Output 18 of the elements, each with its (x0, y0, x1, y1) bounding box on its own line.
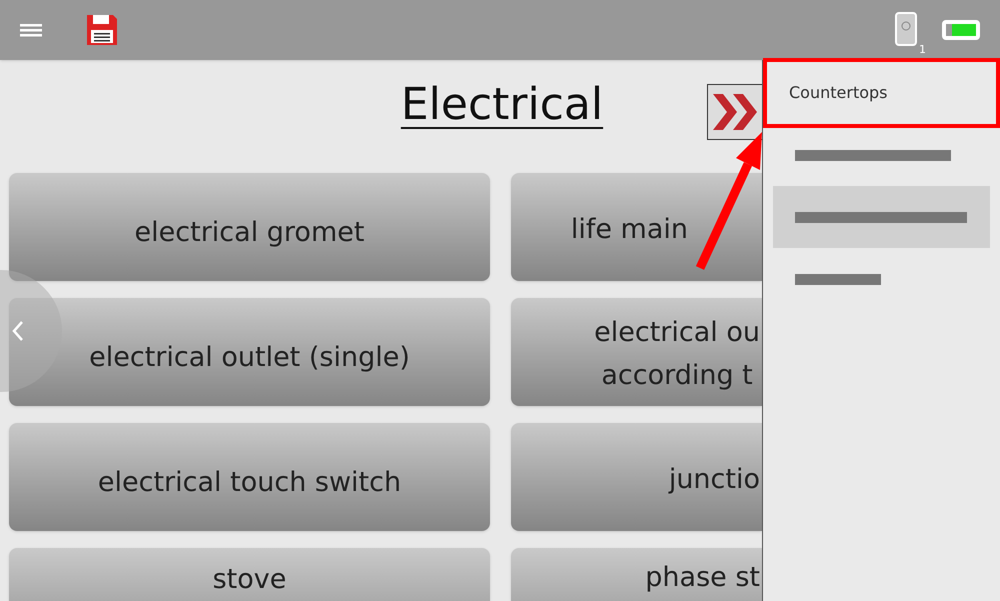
forward-button[interactable] (707, 84, 763, 140)
category-button[interactable]: phase st (511, 548, 762, 601)
category-button[interactable]: electrical ou according t (511, 298, 762, 406)
menu-icon[interactable] (20, 22, 42, 38)
chevron-left-icon (12, 320, 24, 342)
category-button[interactable]: life main (511, 173, 762, 281)
category-button[interactable]: stove (9, 548, 490, 601)
category-button[interactable]: junctio (511, 423, 762, 531)
save-icon[interactable] (86, 14, 118, 46)
device-count: 1 (919, 42, 926, 58)
category-button[interactable]: electrical outlet (single) (9, 298, 490, 406)
category-button[interactable]: electrical touch switch (9, 423, 490, 531)
menu-item[interactable] (773, 186, 990, 248)
double-chevron-icon (711, 92, 759, 132)
category-button[interactable]: electrical gromet (9, 173, 490, 281)
page-title: Electrical (400, 78, 604, 132)
remote-icon[interactable] (895, 12, 919, 48)
battery-icon (942, 20, 980, 40)
